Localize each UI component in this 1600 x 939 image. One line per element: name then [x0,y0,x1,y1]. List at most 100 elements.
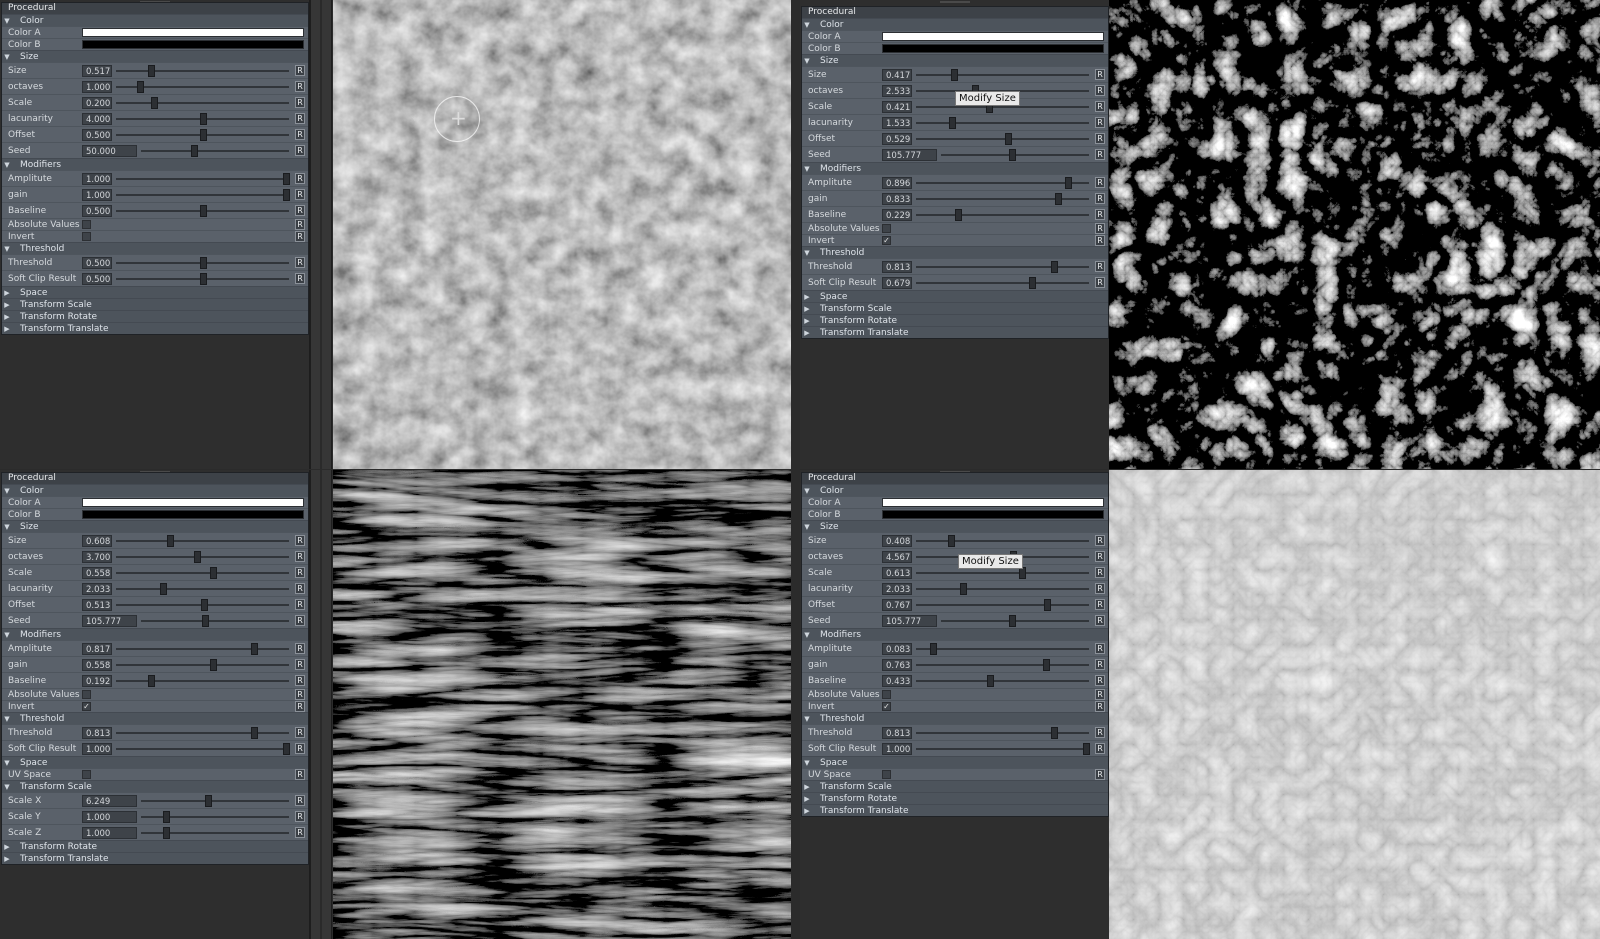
param-slider[interactable] [916,726,1089,739]
param-slider[interactable] [141,794,289,807]
expand-arrow-icon[interactable]: ▶ [2,841,12,853]
section-transform-rotate[interactable]: ▶ Transform Rotate [802,792,1108,804]
absolute-values-checkbox[interactable] [882,224,891,233]
param-value-field[interactable]: 0.558 [82,566,112,579]
param-slider[interactable] [116,534,289,547]
expand-arrow-icon[interactable]: ▶ [2,299,12,311]
slider-handle[interactable] [166,534,174,547]
collapse-arrow-icon[interactable]: ▼ [2,629,12,641]
param-value-field[interactable]: 0.500 [82,272,112,285]
section-color[interactable]: ▼ Color [2,14,308,26]
collapse-arrow-icon[interactable]: ▼ [802,757,812,769]
param-value-field[interactable]: 0.500 [82,204,112,217]
slider-handle[interactable] [951,68,959,81]
pane-grip[interactable] [940,1,970,3]
reset-button[interactable]: R [295,65,305,76]
reset-button[interactable]: R [1095,599,1105,610]
section-space[interactable]: ▼ Space [2,756,308,768]
color-b-swatch[interactable] [82,40,304,49]
uv-space-checkbox[interactable] [882,770,891,779]
param-slider[interactable] [916,192,1089,205]
slider-handle[interactable] [959,582,967,595]
param-slider[interactable] [916,642,1089,655]
param-value-field[interactable]: 6.249 [82,794,137,807]
slider-handle[interactable] [1044,598,1052,611]
collapse-arrow-icon[interactable]: ▼ [802,521,812,533]
collapse-arrow-icon[interactable]: ▼ [802,713,812,725]
absolute-values-checkbox[interactable] [82,220,91,229]
expand-arrow-icon[interactable]: ▶ [802,303,812,315]
color-b-swatch[interactable] [882,510,1104,519]
param-slider[interactable] [116,272,289,285]
param-slider[interactable] [116,80,289,93]
color-a-swatch[interactable] [882,32,1104,41]
slider-handle[interactable] [1028,276,1036,289]
param-slider[interactable] [116,726,289,739]
param-slider[interactable] [116,96,289,109]
param-slider[interactable] [116,188,290,201]
param-value-field[interactable]: 3.700 [82,550,112,563]
section-space[interactable]: ▶ Space [802,290,1108,302]
param-value-field[interactable]: 1.000 [882,742,912,755]
param-value-field[interactable]: 0.408 [882,534,912,547]
param-value-field[interactable]: 0.200 [82,96,112,109]
reset-button[interactable]: R [295,583,305,594]
reset-button[interactable]: R [1095,261,1105,272]
reset-button[interactable]: R [1095,675,1105,686]
section-threshold[interactable]: ▼ Threshold [802,246,1108,258]
param-value-field[interactable]: 2.033 [882,582,912,595]
param-value-field[interactable]: 0.529 [882,132,912,145]
color-b-swatch[interactable] [882,44,1104,53]
reset-button[interactable]: R [1095,701,1105,712]
reset-button[interactable]: R [295,273,305,284]
absolute-values-checkbox[interactable] [82,690,91,699]
param-slider[interactable] [916,674,1089,687]
expand-arrow-icon[interactable]: ▶ [2,853,12,865]
param-slider[interactable] [116,598,289,611]
param-value-field[interactable]: 50.000 [82,144,137,157]
collapse-arrow-icon[interactable]: ▼ [2,51,12,63]
slider-handle[interactable] [282,188,290,201]
param-slider[interactable] [116,112,289,125]
param-slider[interactable] [116,64,289,77]
section-modifiers[interactable]: ▼ Modifiers [802,628,1108,640]
param-value-field[interactable]: 1.000 [82,188,112,201]
param-slider[interactable] [916,598,1089,611]
expand-arrow-icon[interactable]: ▶ [802,793,812,805]
collapse-arrow-icon[interactable]: ▼ [802,163,812,175]
param-slider[interactable] [116,172,290,185]
collapse-arrow-icon[interactable]: ▼ [802,55,812,67]
param-value-field[interactable]: 0.083 [882,642,912,655]
section-size[interactable]: ▼ Size [2,520,308,532]
section-transform-rotate[interactable]: ▶ Transform Rotate [802,314,1108,326]
collapse-arrow-icon[interactable]: ▼ [802,19,812,31]
param-value-field[interactable]: 1.533 [882,116,912,129]
reset-button[interactable]: R [1095,235,1105,246]
collapse-arrow-icon[interactable]: ▼ [2,485,12,497]
slider-handle[interactable] [204,794,212,807]
section-transform-translate[interactable]: ▶ Transform Translate [2,852,308,864]
reset-button[interactable]: R [1095,659,1105,670]
param-slider[interactable] [916,276,1089,289]
slider-handle[interactable] [251,642,259,655]
section-transform-scale[interactable]: ▼ Transform Scale [2,780,308,792]
section-color[interactable]: ▼ Color [802,484,1108,496]
param-value-field[interactable]: 0.558 [82,658,112,671]
section-modifiers[interactable]: ▼ Modifiers [2,158,308,170]
reset-button[interactable]: R [1095,193,1105,204]
expand-arrow-icon[interactable]: ▶ [2,311,12,323]
param-value-field[interactable]: 1.000 [82,742,112,755]
slider-handle[interactable] [1004,132,1012,145]
param-slider[interactable] [916,176,1089,189]
color-b-swatch[interactable] [82,510,304,519]
param-value-field[interactable]: 0.229 [882,208,912,221]
param-value-field[interactable]: 105.777 [882,614,937,627]
param-value-field[interactable]: 1.000 [82,80,112,93]
param-slider[interactable] [116,256,289,269]
reset-button[interactable]: R [295,129,305,140]
reset-button[interactable]: R [295,231,305,242]
reset-button[interactable]: R [295,769,305,780]
section-transform-translate[interactable]: ▶ Transform Translate [2,322,308,334]
collapse-arrow-icon[interactable]: ▼ [2,713,12,725]
param-slider[interactable] [916,260,1089,273]
